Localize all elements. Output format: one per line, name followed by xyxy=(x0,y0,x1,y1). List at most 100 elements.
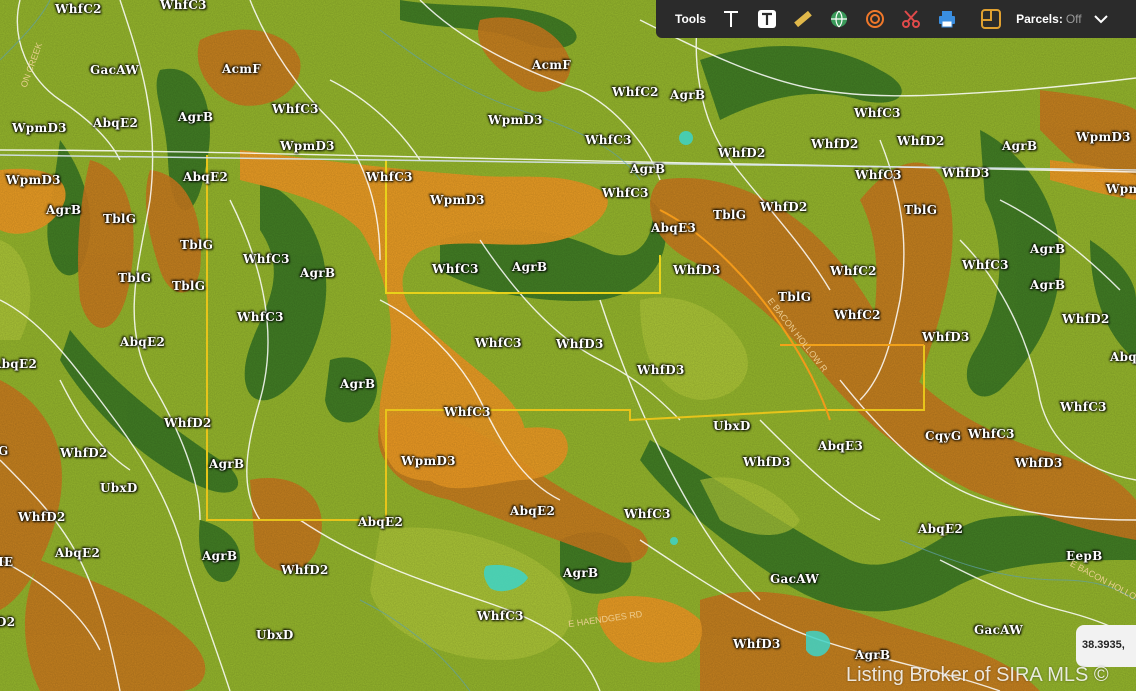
soil-label: WhfC3 xyxy=(160,0,207,12)
soil-label: WhfD3 xyxy=(942,166,990,180)
globe-icon[interactable] xyxy=(828,8,850,30)
soil-label: WhfD2 xyxy=(718,146,766,160)
soil-label: TblG xyxy=(118,271,152,285)
parcels-label: Parcels: xyxy=(1016,12,1063,26)
soil-label: AgrB xyxy=(670,88,706,102)
soil-label: AgrB xyxy=(340,377,376,391)
chevron-down-icon[interactable] xyxy=(1090,8,1112,30)
soil-label: WhfD2 xyxy=(897,134,945,148)
layers-icon[interactable] xyxy=(980,8,1002,30)
soil-label: AgrB xyxy=(512,260,548,274)
soil-label: WpmD3 xyxy=(280,139,335,153)
soil-label: AgrB xyxy=(563,566,599,580)
tools-label: Tools xyxy=(675,12,707,26)
soil-label: AbqE2 xyxy=(55,546,101,560)
soil-label: WhfD3 xyxy=(733,637,781,651)
circle-tool-icon[interactable] xyxy=(864,8,886,30)
soil-label: WhfC3 xyxy=(855,168,902,182)
soil-label: WhfC3 xyxy=(432,262,479,276)
soil-label: WhfD3 xyxy=(673,263,721,277)
soil-label: AbqE2 xyxy=(183,170,229,184)
soil-label: TblG xyxy=(103,212,137,226)
soil-label: G xyxy=(0,444,9,458)
soil-label: WhfD2 xyxy=(811,137,859,151)
soil-label: AbqE2 xyxy=(0,357,38,371)
soil-label: WhfC3 xyxy=(602,186,649,200)
coordinate-readout: 38.3935, xyxy=(1076,625,1136,667)
soil-label: AgrB xyxy=(1030,242,1066,256)
map-toolbar: Tools Parcels: Off xyxy=(656,0,1136,38)
soil-label: AcmF xyxy=(222,62,262,76)
soil-label: WhfD2 xyxy=(1062,312,1110,326)
soil-label: WhfD3 xyxy=(637,363,685,377)
soil-label: AgrB xyxy=(1002,139,1038,153)
soil-label: WhfD2 xyxy=(281,563,329,577)
text-tool-icon[interactable] xyxy=(720,8,742,30)
soil-label: WhfC2 xyxy=(612,85,659,99)
soil-label: AbqE2 xyxy=(358,515,404,529)
soil-label: WhfC3 xyxy=(272,102,319,116)
soil-label: TblG xyxy=(904,203,938,217)
soil-label: WhfC3 xyxy=(477,609,524,623)
soil-label: WhfC3 xyxy=(585,133,632,147)
soil-label: WpmD3 xyxy=(430,193,485,207)
soil-label: TblG xyxy=(180,238,214,252)
soil-label: WhfC3 xyxy=(962,258,1009,272)
soil-label: GacAW xyxy=(974,623,1024,637)
soil-label: WhfD3 xyxy=(922,330,970,344)
soil-label: WpmD3 xyxy=(1076,130,1131,144)
text-box-icon[interactable] xyxy=(756,8,778,30)
soil-label: WhfC3 xyxy=(243,252,290,266)
soil-label: WhfD3 xyxy=(556,337,604,351)
soil-label: TblG xyxy=(172,279,206,293)
soil-label: WhfD2 xyxy=(164,416,212,430)
scissors-icon[interactable] xyxy=(900,8,922,30)
soil-label: WhfC3 xyxy=(968,427,1015,441)
soil-label: AgrB xyxy=(300,266,336,280)
soil-label: AgrB xyxy=(202,549,238,563)
soil-label: AgrB xyxy=(855,648,891,662)
soil-label: WhfC3 xyxy=(444,405,491,419)
soil-label: GacAW xyxy=(90,63,140,77)
soil-label: WhfC2 xyxy=(834,308,881,322)
soil-label: WhfD3 xyxy=(1015,456,1063,470)
parcels-toggle[interactable]: Parcels: Off xyxy=(1016,12,1082,26)
soil-label: AbqE3 xyxy=(651,221,697,235)
soil-label: WhfD3 xyxy=(743,455,791,469)
soil-label: WhfD2 xyxy=(760,200,808,214)
soil-label: WpmD3 xyxy=(1106,182,1136,196)
soil-label: WhfC3 xyxy=(854,106,901,120)
soil-label: WhfC3 xyxy=(366,170,413,184)
soil-label: AcmF xyxy=(532,58,572,72)
soil-label: WhfC2 xyxy=(55,2,102,16)
soil-label: AgrB xyxy=(630,162,666,176)
parcels-state: Off xyxy=(1065,12,1082,26)
soil-label: WpmD3 xyxy=(6,173,61,187)
soil-label: WhfD2 xyxy=(18,510,66,524)
soil-label: TblG xyxy=(713,208,747,222)
soil-label: WhfC3 xyxy=(237,310,284,324)
soil-label: UbxD xyxy=(256,628,294,642)
soil-label: WpmD3 xyxy=(488,113,543,127)
soil-label: AgrB xyxy=(178,110,214,124)
soil-label: WhfC3 xyxy=(475,336,522,350)
soil-label: AgrB xyxy=(46,203,82,217)
soil-label: UbxD xyxy=(100,481,138,495)
soil-label: WpmD3 xyxy=(401,454,456,468)
soil-label: WhfC3 xyxy=(1060,400,1107,414)
soil-label: AbqE2 xyxy=(120,335,166,349)
soil-label: AbqE2 xyxy=(510,504,556,518)
soil-label: AgrB xyxy=(1030,278,1066,292)
watermark: Listing Broker of SIRA MLS © xyxy=(846,664,1109,686)
soil-label: AbqE3 xyxy=(818,439,864,453)
soil-label: AbqE2 xyxy=(93,116,139,130)
soil-label: AgrB xyxy=(209,457,245,471)
ruler-icon[interactable] xyxy=(792,8,814,30)
soil-label: AbqE2 xyxy=(918,522,964,536)
soil-label: Abq xyxy=(1110,350,1136,364)
soil-label: TblG xyxy=(778,290,812,304)
soil-label: UbxD xyxy=(713,419,751,433)
print-icon[interactable] xyxy=(936,8,958,30)
soil-label: WhfC3 xyxy=(624,507,671,521)
soil-label: WhfC2 xyxy=(830,264,877,278)
